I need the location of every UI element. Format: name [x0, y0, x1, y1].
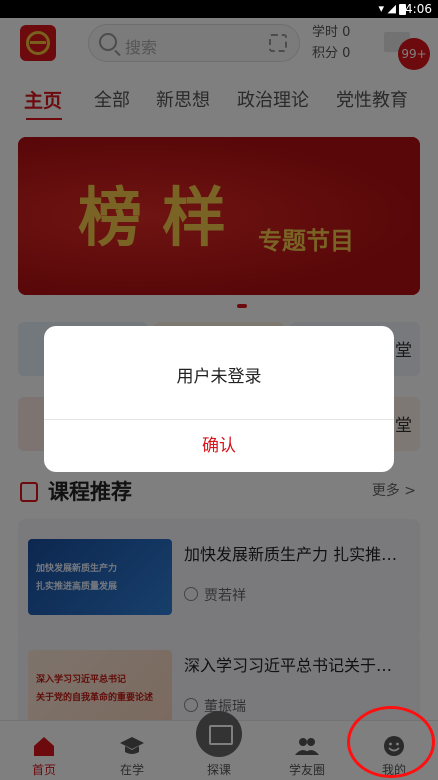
status-bar: ▾ ◢ 4:06	[0, 0, 438, 18]
signal-icon: ◢	[387, 2, 396, 15]
confirm-button[interactable]: 确认	[44, 420, 394, 472]
login-dialog: 用户未登录 确认	[44, 326, 394, 472]
annotation-circle	[347, 706, 435, 778]
wifi-icon: ▾	[378, 2, 384, 15]
clock: 4:06	[405, 2, 432, 16]
dialog-message: 用户未登录	[176, 367, 262, 387]
